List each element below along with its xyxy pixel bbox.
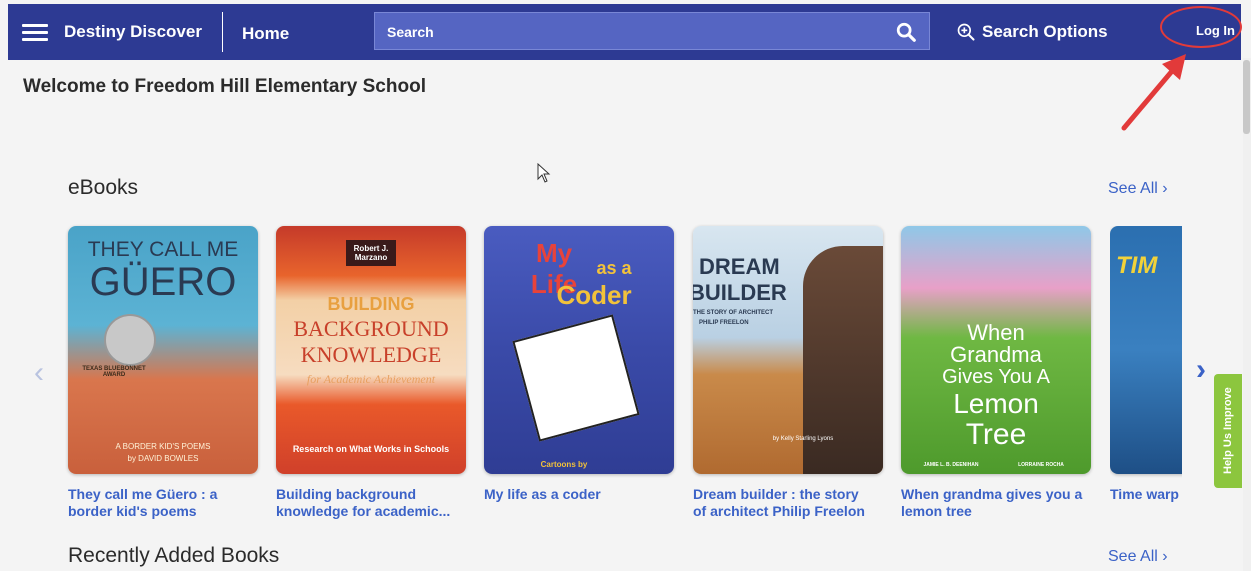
book-title[interactable]: My life as a coder bbox=[484, 486, 674, 503]
zoom-in-icon bbox=[957, 23, 975, 41]
book-card-my-life-as-a-coder[interactable]: My Life as a Coder Cartoons by My life a… bbox=[484, 226, 674, 503]
help-us-improve-tab[interactable]: Help Us Improve bbox=[1214, 374, 1242, 488]
search-input[interactable] bbox=[385, 21, 889, 43]
recently-added-see-all-link[interactable]: See All › bbox=[1108, 548, 1168, 566]
search-icon[interactable] bbox=[895, 21, 917, 43]
book-card-dream-builder[interactable]: DREAM BUILDER THE STORY OF ARCHITECT PHI… bbox=[693, 226, 883, 520]
book-cover[interactable]: DREAM BUILDER THE STORY OF ARCHITECT PHI… bbox=[693, 226, 883, 474]
book-cover[interactable]: When Grandma Gives You A Lemon Tree JAMI… bbox=[901, 226, 1091, 474]
book-card-when-grandma-gives-you-a-lemon-tree[interactable]: When Grandma Gives You A Lemon Tree JAMI… bbox=[901, 226, 1091, 520]
header-divider bbox=[222, 12, 223, 52]
book-cover[interactable]: THEY CALL ME GÜERO TEXAS BLUEBONNET AWAR… bbox=[68, 226, 258, 474]
search-options-link[interactable]: Search Options bbox=[956, 22, 1108, 42]
ebooks-see-all-link[interactable]: See All › bbox=[1108, 180, 1168, 198]
home-link[interactable]: Home bbox=[242, 24, 289, 44]
award-badge-icon bbox=[104, 314, 156, 366]
search-options-label: Search Options bbox=[982, 22, 1108, 41]
book-title[interactable]: Dream builder : the story of architect P… bbox=[693, 486, 883, 520]
book-title[interactable]: They call me Güero : a border kid's poem… bbox=[68, 486, 258, 520]
laptop-illustration bbox=[512, 314, 640, 442]
app-title[interactable]: Destiny Discover bbox=[64, 22, 202, 42]
book-cover[interactable]: TIM bbox=[1110, 226, 1182, 474]
book-card-they-call-me-guero[interactable]: THEY CALL ME GÜERO TEXAS BLUEBONNET AWAR… bbox=[68, 226, 258, 520]
book-card-time-warp[interactable]: TIM Time warp bbox=[1110, 226, 1182, 503]
book-title[interactable]: Time warp bbox=[1110, 486, 1182, 503]
book-title[interactable]: Building background knowledge for academ… bbox=[276, 486, 466, 520]
recently-added-section-title: Recently Added Books bbox=[68, 544, 280, 567]
mouse-cursor-icon bbox=[537, 163, 551, 183]
book-cover[interactable]: My Life as a Coder Cartoons by bbox=[484, 226, 674, 474]
ebooks-section-title: eBooks bbox=[68, 176, 139, 199]
search-box bbox=[374, 12, 930, 50]
login-highlight-circle bbox=[1160, 6, 1242, 48]
page-scrollbar-thumb[interactable] bbox=[1243, 60, 1250, 134]
carousel-prev-chevron-icon[interactable]: ‹ bbox=[34, 356, 44, 390]
welcome-heading: Welcome to Freedom Hill Elementary Schoo… bbox=[23, 76, 426, 97]
book-cover[interactable]: Robert J. Marzano BUILDING BACKGROUND KN… bbox=[276, 226, 466, 474]
top-navigation-bar: Destiny Discover Home Search Options Log… bbox=[8, 4, 1241, 60]
carousel-next-chevron-icon[interactable]: › bbox=[1196, 353, 1206, 387]
hamburger-menu-icon[interactable] bbox=[22, 20, 48, 44]
book-title[interactable]: When grandma gives you a lemon tree bbox=[901, 486, 1091, 520]
book-card-building-background-knowledge[interactable]: Robert J. Marzano BUILDING BACKGROUND KN… bbox=[276, 226, 466, 520]
page-scrollbar[interactable] bbox=[1243, 58, 1251, 571]
annotation-arrow-icon bbox=[1121, 54, 1186, 131]
